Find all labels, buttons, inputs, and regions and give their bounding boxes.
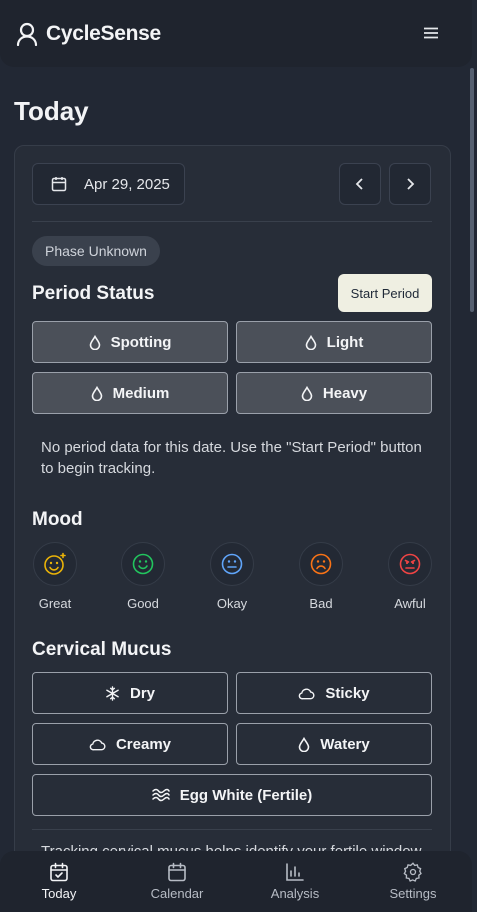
cloud-icon bbox=[298, 687, 315, 700]
nav-label: Settings bbox=[389, 886, 437, 901]
nav-label: Calendar bbox=[150, 886, 204, 901]
mood-great[interactable]: Great bbox=[32, 542, 78, 611]
menu-button[interactable] bbox=[420, 22, 442, 44]
date-value: Apr 29, 2025 bbox=[84, 175, 170, 193]
divider bbox=[32, 221, 432, 222]
user-icon bbox=[16, 22, 38, 46]
chevron-left-icon bbox=[355, 178, 365, 190]
bar-chart-icon bbox=[285, 862, 305, 882]
bottom-nav: Today Calendar Analysis Settings bbox=[0, 851, 472, 912]
period-option-heavy[interactable]: Heavy bbox=[236, 372, 432, 414]
nav-settings[interactable]: Settings bbox=[354, 851, 472, 912]
date-picker[interactable]: Apr 29, 2025 bbox=[32, 163, 185, 205]
option-label: Watery bbox=[320, 735, 370, 753]
gear-icon bbox=[403, 862, 423, 882]
period-empty-message: No period data for this date. Use the "S… bbox=[41, 439, 422, 477]
snowflake-icon bbox=[105, 685, 120, 701]
option-label: Dry bbox=[129, 684, 155, 702]
droplet-icon bbox=[305, 334, 317, 350]
divider bbox=[32, 829, 432, 830]
period-status-title: Period Status bbox=[32, 283, 155, 304]
nav-label: Today bbox=[41, 886, 77, 901]
droplet-icon bbox=[89, 334, 101, 350]
nav-analysis[interactable]: Analysis bbox=[236, 851, 354, 912]
nav-today[interactable]: Today bbox=[0, 851, 118, 912]
hamburger-icon bbox=[424, 27, 438, 39]
option-label: Medium bbox=[112, 384, 170, 402]
next-day-button[interactable] bbox=[389, 163, 431, 205]
mucus-option-egg-white[interactable]: Egg White (Fertile) bbox=[32, 774, 432, 816]
option-label: Spotting bbox=[110, 333, 172, 351]
mood-label: Great bbox=[38, 596, 72, 611]
neutral-face-icon bbox=[220, 552, 244, 576]
start-period-button[interactable]: Start Period bbox=[338, 274, 432, 312]
droplet-icon bbox=[91, 385, 103, 401]
period-option-medium[interactable]: Medium bbox=[32, 372, 228, 414]
app-logo[interactable]: CycleSense bbox=[16, 22, 161, 46]
mucus-option-creamy[interactable]: Creamy bbox=[32, 723, 228, 765]
app-name: CycleSense bbox=[46, 21, 161, 45]
option-label: Egg White (Fertile) bbox=[179, 786, 313, 804]
droplet-icon bbox=[301, 385, 313, 401]
droplet-icon bbox=[298, 736, 310, 752]
angry-face-icon bbox=[398, 552, 422, 576]
cloud-icon bbox=[89, 738, 106, 751]
chevron-right-icon bbox=[405, 178, 415, 190]
smiley-sparkle-icon bbox=[43, 552, 67, 576]
mucus-option-watery[interactable]: Watery bbox=[236, 723, 432, 765]
page-title: Today bbox=[14, 96, 89, 126]
mood-label: Awful bbox=[394, 596, 426, 611]
period-option-light[interactable]: Light bbox=[236, 321, 432, 363]
mood-okay[interactable]: Okay bbox=[209, 542, 255, 611]
cervical-mucus-title: Cervical Mucus bbox=[32, 639, 172, 660]
frown-icon bbox=[309, 552, 333, 576]
option-label: Heavy bbox=[322, 384, 368, 402]
scrollbar[interactable] bbox=[470, 68, 474, 312]
mood-label: Bad bbox=[309, 596, 333, 611]
prev-day-button[interactable] bbox=[339, 163, 381, 205]
mood-title: Mood bbox=[32, 509, 83, 530]
nav-calendar[interactable]: Calendar bbox=[118, 851, 236, 912]
period-option-spotting[interactable]: Spotting bbox=[32, 321, 228, 363]
calendar-icon bbox=[51, 176, 67, 192]
nav-label: Analysis bbox=[270, 886, 320, 901]
calendar-icon bbox=[167, 862, 187, 882]
calendar-check-icon bbox=[49, 862, 69, 882]
mood-awful[interactable]: Awful bbox=[387, 542, 433, 611]
mood-good[interactable]: Good bbox=[120, 542, 166, 611]
mood-label: Good bbox=[127, 596, 159, 611]
option-label: Light bbox=[326, 333, 364, 351]
mucus-option-dry[interactable]: Dry bbox=[32, 672, 228, 714]
mood-bad[interactable]: Bad bbox=[298, 542, 344, 611]
phase-badge: Phase Unknown bbox=[32, 236, 160, 266]
mood-label: Okay bbox=[216, 596, 248, 611]
option-label: Creamy bbox=[115, 735, 172, 753]
mucus-option-sticky[interactable]: Sticky bbox=[236, 672, 432, 714]
option-label: Sticky bbox=[325, 684, 370, 702]
app-header: CycleSense bbox=[0, 0, 472, 67]
waves-icon bbox=[152, 788, 170, 802]
smiley-icon bbox=[131, 552, 155, 576]
